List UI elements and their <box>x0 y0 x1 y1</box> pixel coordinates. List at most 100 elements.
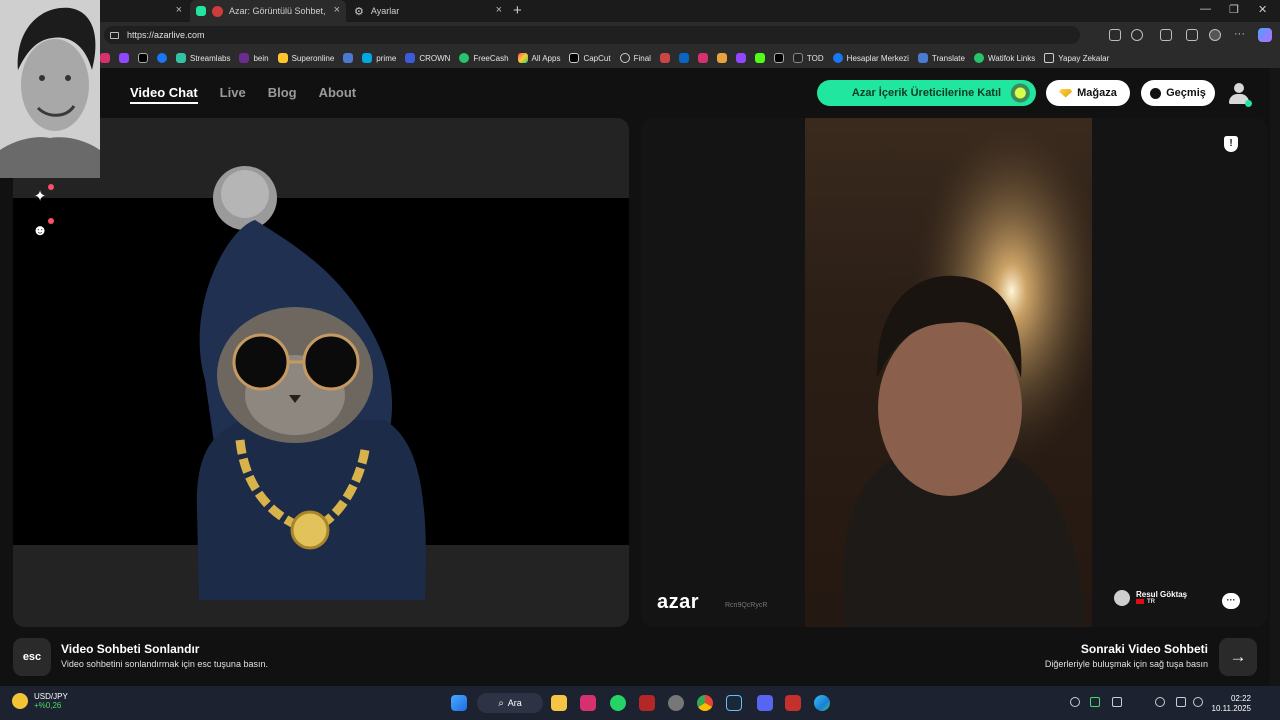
system-clock[interactable]: 02:22 10.11.2025 <box>1212 694 1251 714</box>
bookmark-x[interactable] <box>773 53 784 63</box>
bookmark-label: All Apps <box>531 53 561 63</box>
tray-settings-icon[interactable] <box>1112 697 1122 707</box>
bookmark-freecash[interactable]: FreeCash <box>459 53 509 63</box>
close-icon[interactable]: × <box>334 5 340 16</box>
bookmark-tod[interactable]: TOD <box>792 53 824 63</box>
windows-start-icon[interactable] <box>451 695 467 711</box>
bookmark-generic[interactable] <box>659 53 670 63</box>
tab-settings[interactable]: ⚙ Ayarlar × <box>350 0 508 22</box>
nav-about[interactable]: About <box>319 85 357 104</box>
bookmark-watifok[interactable]: Watifok Links <box>973 53 1035 63</box>
url-input[interactable]: https://azarlive.com <box>104 26 1080 44</box>
more-menu-icon[interactable]: ··· <box>1234 28 1245 40</box>
bookmark-all-apps[interactable]: All Apps <box>517 53 561 63</box>
instagram-icon[interactable] <box>580 695 596 711</box>
bookmark-superonline[interactable]: Superonline <box>277 53 335 63</box>
shop-button[interactable]: Mağaza <box>1046 80 1130 106</box>
bookmark-capcut[interactable]: CapCut <box>569 53 611 63</box>
youtube-icon[interactable] <box>785 695 801 711</box>
next-arrow-button[interactable]: → <box>1219 638 1257 676</box>
chat-bubble-icon[interactable]: ··· <box>1222 593 1240 609</box>
capcut-icon <box>569 53 580 63</box>
tab-azar[interactable]: Azar: Görüntülü Sohbet, Yeni × <box>190 0 346 22</box>
nav-blog[interactable]: Blog <box>268 85 297 104</box>
favorite-icon[interactable] <box>1131 29 1143 41</box>
bookmark-generic[interactable] <box>716 53 727 63</box>
microphone-icon[interactable] <box>1155 697 1165 707</box>
nav-video-chat[interactable]: Video Chat <box>130 85 198 104</box>
split-view-icon[interactable] <box>1109 29 1121 41</box>
tray-app-icon[interactable] <box>1070 697 1080 707</box>
close-window-icon[interactable]: ✕ <box>1258 3 1267 16</box>
remote-user-info[interactable]: Resul Göktaş TR <box>1114 590 1187 606</box>
history-button[interactable]: Geçmiş <box>1141 80 1215 106</box>
bookmark-instagram[interactable] <box>697 53 708 63</box>
close-icon[interactable]: × <box>496 5 502 16</box>
bookmark-bein[interactable]: bein <box>239 53 269 63</box>
cat-avatar-image <box>196 166 426 600</box>
history-label: Geçmiş <box>1166 87 1206 99</box>
file-explorer-icon[interactable] <box>551 695 567 711</box>
maximize-icon[interactable]: ❐ <box>1229 3 1239 16</box>
bookmark-crown[interactable]: CROWN <box>405 53 450 63</box>
valorant-icon[interactable] <box>639 695 655 711</box>
bookmark-streamlabs[interactable]: Streamlabs <box>176 53 230 63</box>
face-filter-icon[interactable]: ☻ <box>31 218 54 240</box>
bookmark-twitch[interactable] <box>119 53 129 63</box>
user-avatar[interactable] <box>1228 83 1252 107</box>
collections-icon[interactable] <box>1186 29 1198 41</box>
notification-dot <box>48 184 54 190</box>
bookmark-label: FreeCash <box>473 53 509 63</box>
esc-button[interactable]: esc <box>13 638 51 676</box>
effects-sparkle-icon[interactable]: ✦ <box>31 184 54 206</box>
bookmark-generic[interactable] <box>678 53 689 63</box>
minimize-icon[interactable]: — <box>1200 3 1211 15</box>
local-video-panel <box>13 118 629 627</box>
bookmark-prime[interactable]: prime <box>362 53 396 63</box>
close-icon[interactable]: × <box>176 5 182 16</box>
tray-play-icon[interactable] <box>1090 697 1100 707</box>
volume-icon[interactable] <box>1193 697 1203 707</box>
page-scrollbar[interactable] <box>1270 68 1280 686</box>
main-nav: Video Chat Live Blog About <box>130 85 356 104</box>
profile-icon[interactable] <box>1209 29 1221 41</box>
creator-join-button[interactable]: Azar İçerik Üreticilerine Katıl <box>817 80 1036 106</box>
online-status-icon <box>1245 100 1252 107</box>
new-tab-icon[interactable]: + <box>513 2 522 19</box>
bookmark-kick[interactable] <box>754 53 765 63</box>
bookmark-translate[interactable]: Translate <box>917 53 965 63</box>
bookmark-hesaplar[interactable]: Hesaplar Merkezi <box>832 53 909 63</box>
end-chat-subtitle: Video sohbetini sonlandırmak için esc tu… <box>61 659 268 669</box>
bookmark-label: Superonline <box>291 53 335 63</box>
bookmark-x[interactable] <box>138 53 148 63</box>
instagram-icon <box>100 53 110 63</box>
bookmark-twitch[interactable] <box>735 53 746 63</box>
creator-join-label: Azar İçerik Üreticilerine Katıl <box>851 87 1002 99</box>
page-icon <box>716 53 727 63</box>
extensions-icon[interactable] <box>1160 29 1172 41</box>
currency-widget[interactable]: USD/JPY +%0,26 <box>12 692 68 710</box>
bookmark-folder[interactable]: Yapay Zekalar <box>1044 53 1109 63</box>
bookmark-instagram[interactable] <box>100 53 110 63</box>
bookmark-facebook[interactable] <box>157 53 167 63</box>
whatsapp-icon[interactable] <box>610 695 626 711</box>
nav-live[interactable]: Live <box>220 85 246 104</box>
report-shield-icon[interactable]: ! <box>1224 136 1238 152</box>
network-icon[interactable] <box>1176 697 1186 707</box>
app-icon[interactable] <box>668 695 684 711</box>
copilot-icon[interactable] <box>1258 28 1272 42</box>
lock-icon <box>110 31 119 39</box>
apps-icon <box>517 53 528 63</box>
tab-title: Ayarlar <box>370 6 400 16</box>
bookmark-generic[interactable] <box>343 53 354 63</box>
chrome-icon[interactable] <box>697 695 713 711</box>
steam-icon[interactable] <box>726 695 742 711</box>
edge-icon[interactable] <box>814 695 830 711</box>
bookmark-label: Final <box>633 53 651 63</box>
shop-label: Mağaza <box>1077 87 1117 99</box>
taskbar-search[interactable]: ⌕ Ara <box>477 693 543 713</box>
discord-icon[interactable] <box>757 695 773 711</box>
bookmark-final[interactable]: Final <box>619 53 651 63</box>
tab-previous[interactable]: × <box>100 0 188 22</box>
facebook-icon <box>832 53 843 63</box>
